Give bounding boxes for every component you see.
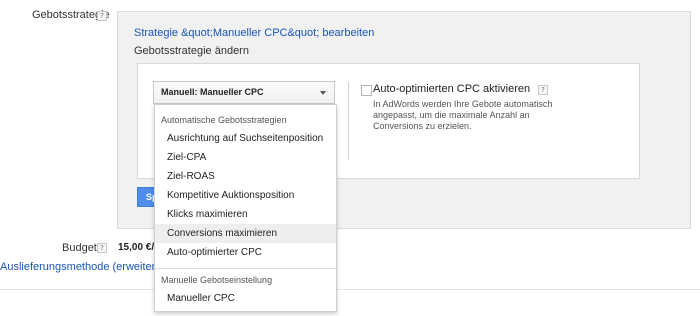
strategy-select-value: Manuell: Manueller CPC <box>161 87 264 97</box>
help-icon[interactable]: ? <box>538 85 548 95</box>
change-strategy-label: Gebotsstrategie ändern <box>134 45 249 57</box>
edit-strategy-link[interactable]: Strategie &quot;Manueller CPC&quot; bear… <box>134 27 374 39</box>
dropdown-item[interactable]: Auto-optimierter CPC <box>155 243 336 262</box>
help-icon[interactable]: ? <box>97 243 107 253</box>
strategy-dropdown-menu: Automatische Gebotsstrategien Ausrichtun… <box>154 104 337 312</box>
divider <box>348 82 349 160</box>
dropdown-group-header: Manuelle Gebotseinstellung <box>161 275 273 285</box>
dropdown-item-highlighted[interactable]: Conversions maximieren <box>155 224 336 243</box>
strategy-select[interactable]: Manuell: Manueller CPC <box>153 81 335 104</box>
auto-cpc-description: In AdWords werden Ihre Gebote automatisc… <box>373 99 553 131</box>
dropdown-item[interactable]: Ausrichtung auf Suchseitenposition <box>155 129 336 148</box>
delivery-method-link[interactable]: Auslieferungsmethode (erweitert) <box>0 261 162 273</box>
dropdown-item[interactable]: Kompetitive Auktionsposition <box>155 186 336 205</box>
dropdown-item[interactable]: Klicks maximieren <box>155 205 336 224</box>
auto-cpc-checkbox[interactable] <box>361 85 372 96</box>
save-button[interactable]: Sp <box>137 187 155 207</box>
budget-value: 15,00 €/Tag <box>118 242 156 253</box>
dropdown-divider <box>155 268 336 269</box>
dropdown-group-header: Automatische Gebotsstrategien <box>161 115 287 125</box>
auto-cpc-label: Auto-optimierten CPC aktivieren <box>373 83 531 95</box>
dropdown-item[interactable]: Ziel-ROAS <box>155 167 336 186</box>
chevron-down-icon <box>320 91 326 95</box>
dropdown-item[interactable]: Ziel-CPA <box>155 148 336 167</box>
divider <box>0 289 700 290</box>
dropdown-item[interactable]: Manueller CPC <box>155 289 336 308</box>
budget-label: Budget <box>62 242 97 254</box>
help-icon[interactable]: ? <box>97 11 107 21</box>
